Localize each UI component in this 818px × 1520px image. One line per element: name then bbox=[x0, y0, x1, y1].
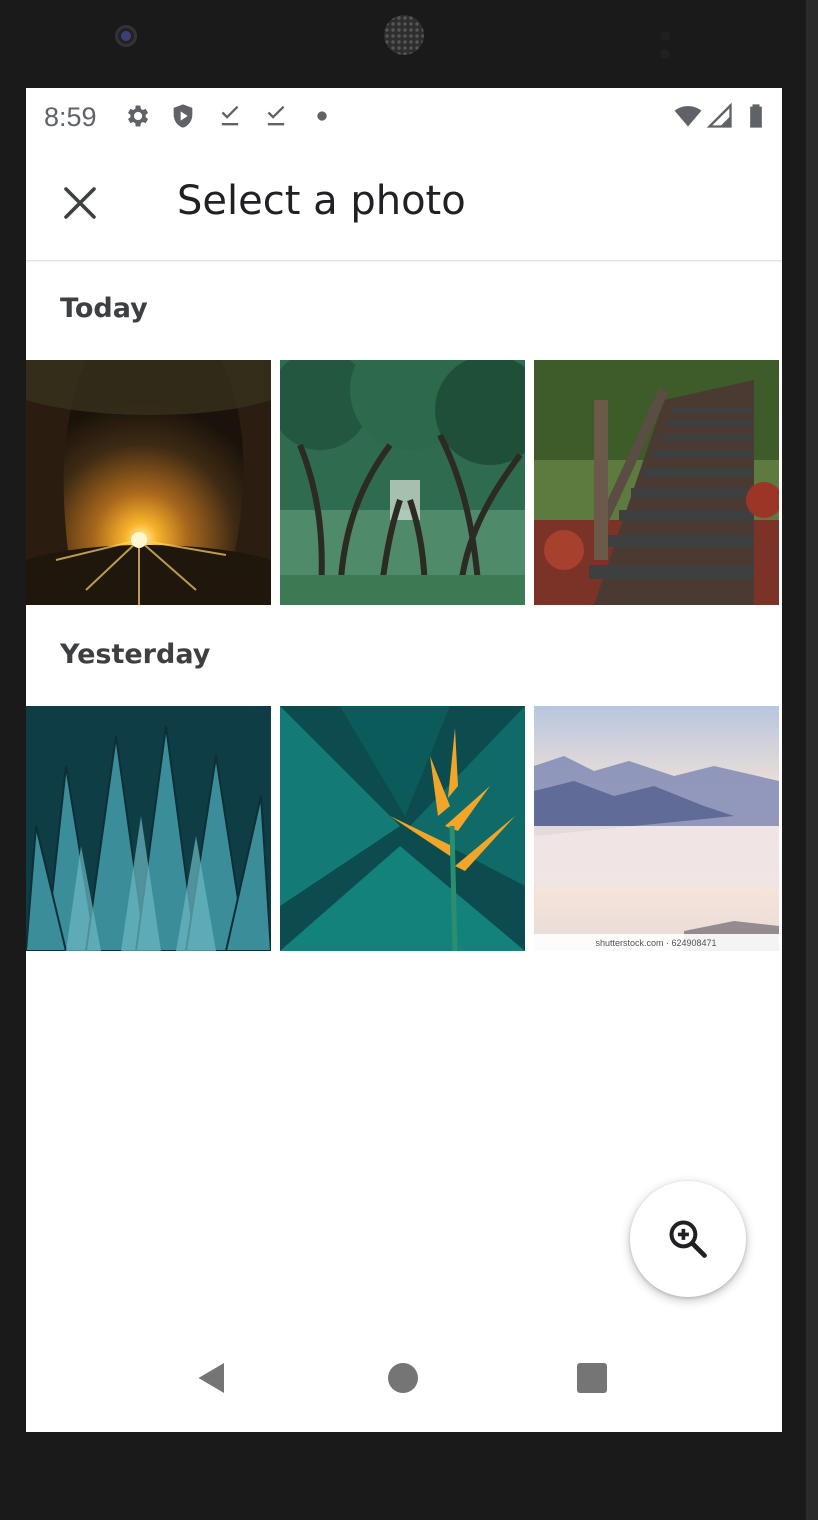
download-done-icon bbox=[216, 102, 244, 130]
battery-icon bbox=[742, 102, 770, 130]
wifi-icon bbox=[671, 102, 705, 130]
sensors bbox=[660, 28, 700, 59]
section-label-yesterday: Yesterday bbox=[60, 639, 211, 670]
gear-icon bbox=[123, 102, 151, 130]
dot-icon bbox=[308, 102, 336, 130]
recents-button[interactable] bbox=[552, 1328, 632, 1432]
photo-thumbnail[interactable] bbox=[534, 360, 779, 605]
zoom-in-button[interactable] bbox=[630, 1181, 746, 1297]
page-title: Select a photo bbox=[177, 178, 466, 224]
app-bar: Select a photo bbox=[26, 146, 782, 261]
home-button[interactable] bbox=[363, 1328, 443, 1432]
earpiece-speaker bbox=[384, 15, 424, 55]
photo-thumbnail[interactable] bbox=[280, 360, 525, 605]
section-label-today: Today bbox=[60, 293, 148, 324]
photo-grid-today bbox=[26, 360, 782, 605]
photo-thumbnail[interactable] bbox=[26, 706, 271, 951]
photo-thumbnail[interactable] bbox=[280, 706, 525, 951]
status-time: 8:59 bbox=[44, 102, 97, 132]
photo-grid-yesterday: shutterstock.com · 624908471 bbox=[26, 706, 782, 951]
shield-icon bbox=[169, 102, 197, 130]
back-icon bbox=[198, 1363, 224, 1393]
download-done-icon bbox=[262, 102, 290, 130]
close-icon bbox=[64, 187, 96, 219]
photo-thumbnail[interactable] bbox=[26, 360, 271, 605]
system-nav-bar bbox=[26, 1328, 782, 1432]
home-icon bbox=[388, 1363, 418, 1393]
zoom-in-icon bbox=[669, 1220, 707, 1258]
close-button[interactable] bbox=[56, 179, 104, 227]
back-button[interactable] bbox=[172, 1328, 252, 1432]
screen: 8:59 Select a photo Today Yesterday shut… bbox=[26, 88, 782, 1432]
photo-thumbnail[interactable]: shutterstock.com · 624908471 bbox=[534, 706, 779, 951]
front-camera bbox=[115, 25, 137, 47]
signal-icon bbox=[706, 102, 734, 130]
status-bar: 8:59 bbox=[26, 88, 782, 146]
photo-watermark: shutterstock.com · 624908471 bbox=[595, 938, 716, 948]
device-edge bbox=[806, 0, 818, 1520]
recents-icon bbox=[577, 1363, 607, 1393]
